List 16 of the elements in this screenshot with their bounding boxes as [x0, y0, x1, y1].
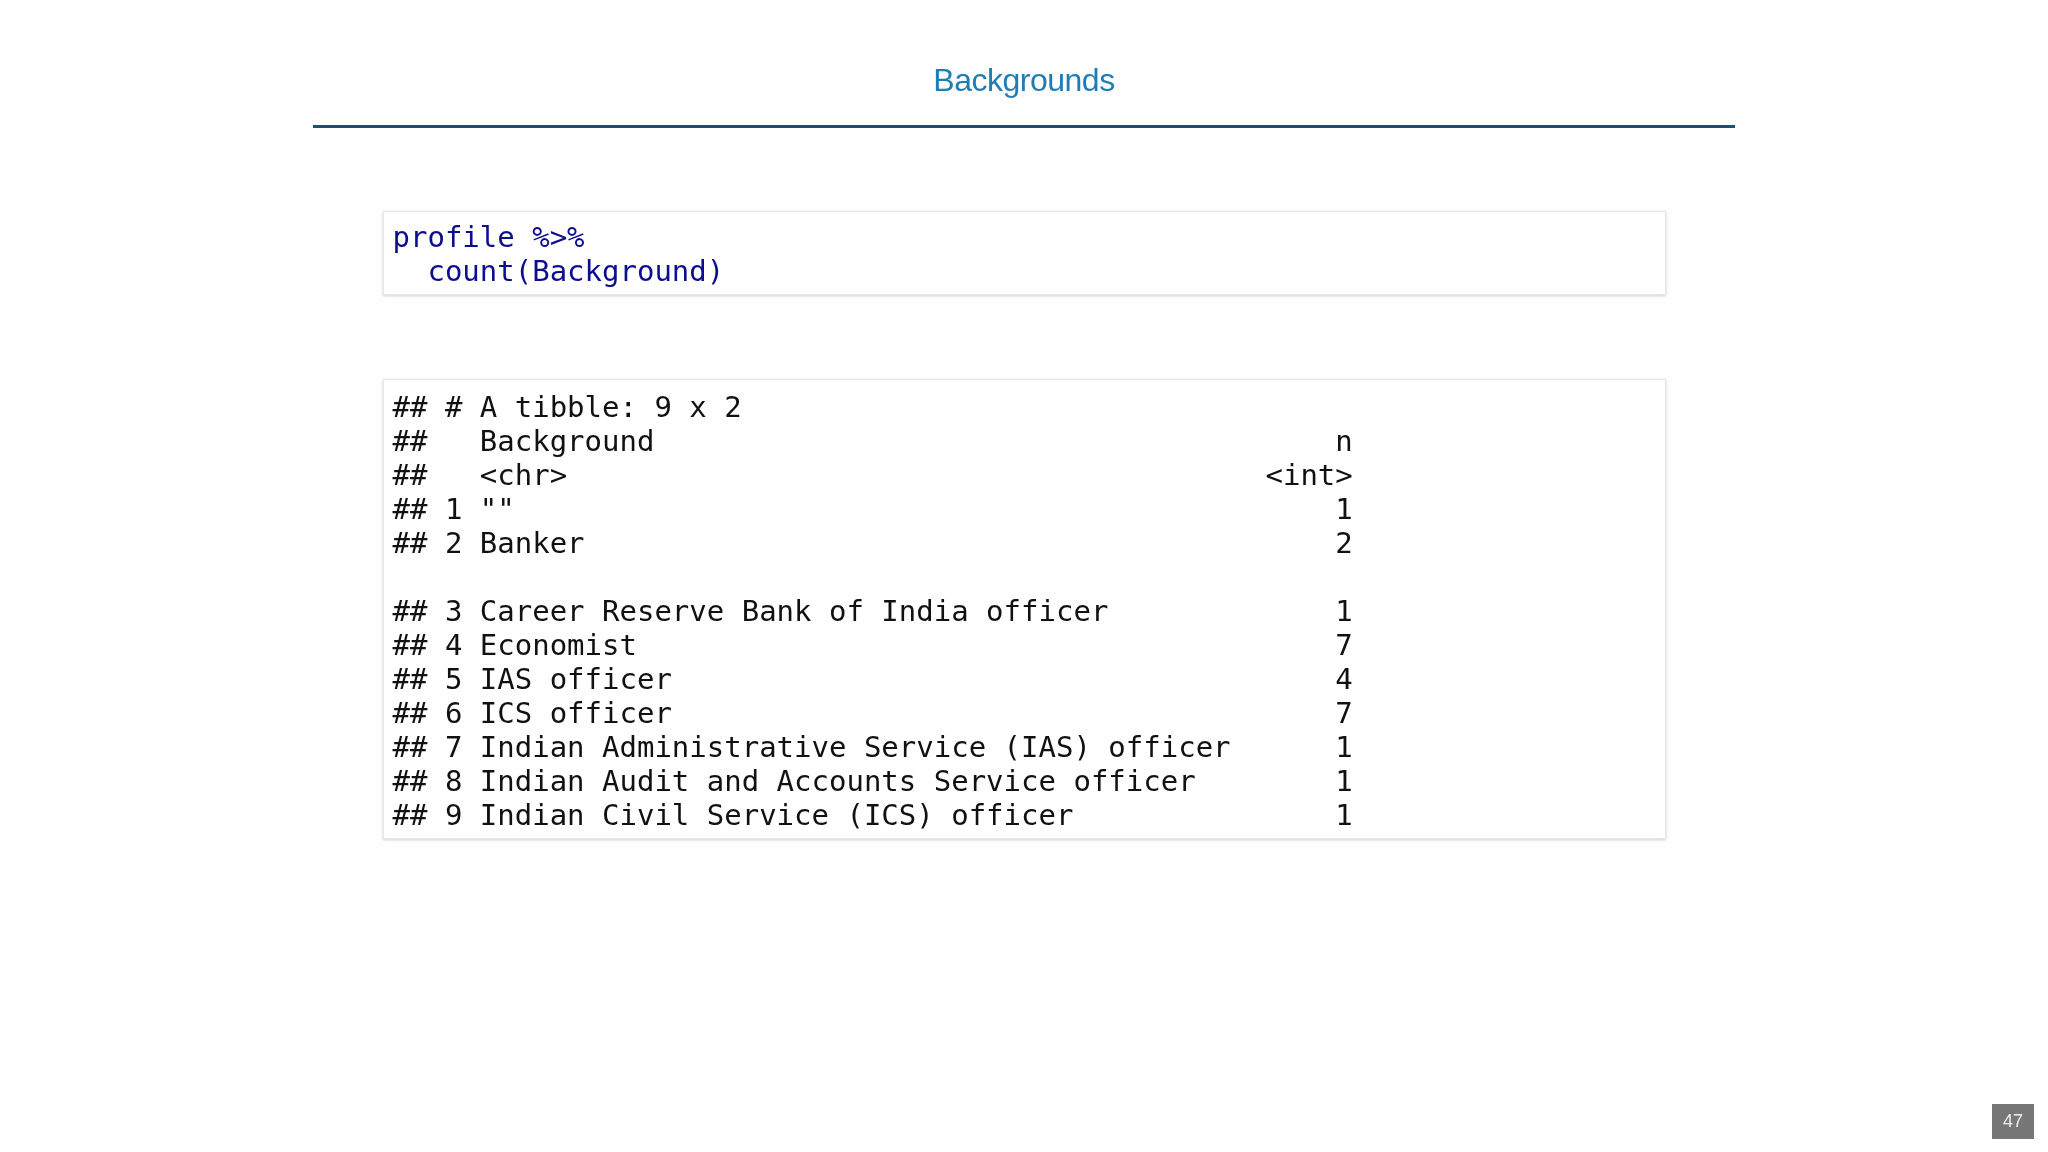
output-line: ## 3 Career Reserve Bank of India officer 1 — [392, 594, 1354, 628]
output-line: ## <chr> <int> — [392, 458, 1354, 492]
output-line: ## 2 Banker 2 — [392, 526, 1354, 560]
code-line: count(Background) — [426, 254, 726, 288]
output-line: ## 8 Indian Audit and Accounts Service officer 1 — [392, 764, 1354, 798]
output-line: ## 1 "" 1 — [392, 492, 1354, 526]
output-line: ## Background n — [392, 424, 1354, 458]
output-line: ## 4 Economist 7 — [392, 628, 1354, 662]
output-line: ## # A tibble: 9 x 2 — [392, 390, 743, 424]
code-line: profile %>% — [392, 220, 586, 254]
output-line: ## 7 Indian Administrative Service (IAS) officer 1 — [392, 730, 1354, 764]
slide-title: Backgrounds — [933, 61, 1115, 100]
page-number: 47 — [1992, 1104, 2034, 1139]
output-line: ## 6 ICS officer 7 — [392, 696, 1354, 730]
output-line: ## 5 IAS officer 4 — [392, 662, 1354, 696]
output-line: ## 9 Indian Civil Service (ICS) officer 1 — [392, 798, 1354, 832]
